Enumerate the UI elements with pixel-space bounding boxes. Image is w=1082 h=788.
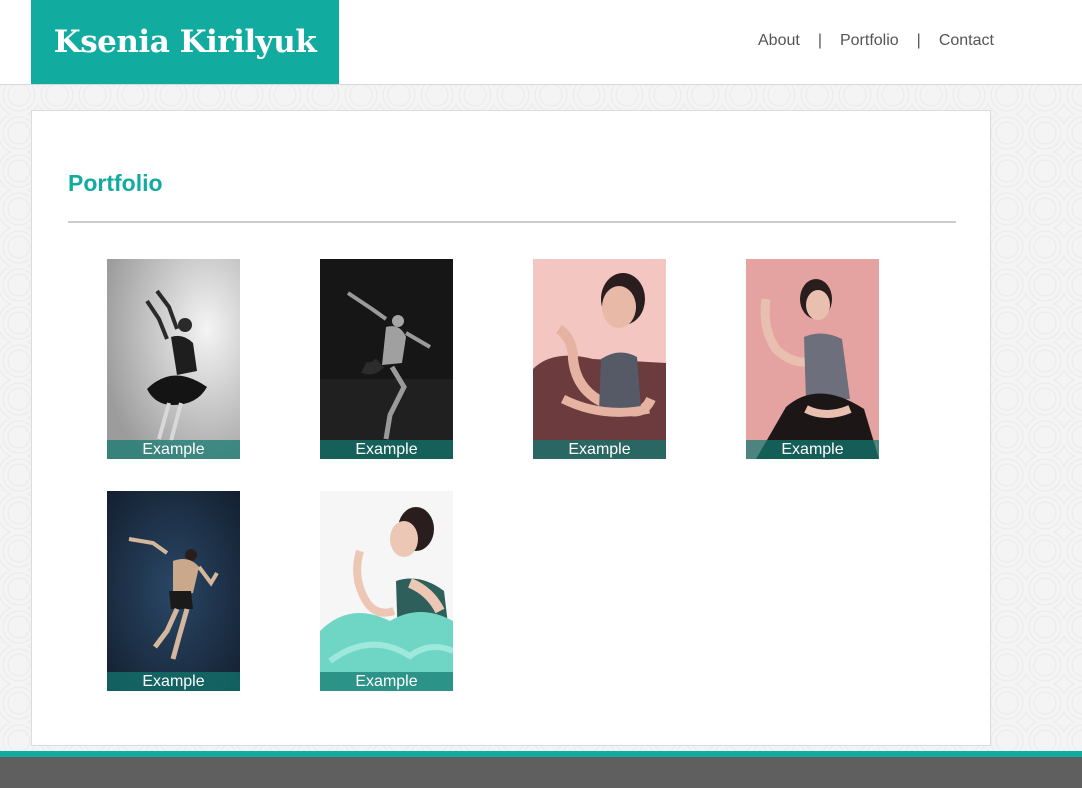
gallery-caption: Example	[107, 440, 240, 459]
gallery-item[interactable]: Example	[533, 259, 666, 459]
gallery-caption: Example	[107, 672, 240, 691]
gallery-item[interactable]: Example	[746, 259, 879, 459]
content-panel: Portfolio Example Example Example Exampl…	[31, 110, 991, 746]
ballerina-teal-tutu-photo	[320, 491, 453, 691]
nav-link-portfolio[interactable]: Portfolio	[840, 32, 899, 50]
ballerina-pink-backdrop-photo	[533, 259, 666, 459]
male-dancer-leap-bw-photo	[320, 259, 453, 459]
gallery-item[interactable]: Example	[107, 259, 240, 459]
gallery-item[interactable]: Example	[107, 491, 240, 691]
ballerina-pink-arms-raised-photo	[746, 259, 879, 459]
divider	[68, 221, 956, 223]
nav-separator: |	[916, 32, 921, 49]
site-logo[interactable]: Ksenia Kirilyuk	[31, 0, 339, 84]
gallery-item[interactable]: Example	[320, 259, 453, 459]
gallery-caption: Example	[320, 672, 453, 691]
page-title: Portfolio	[68, 170, 163, 196]
footer	[0, 757, 1082, 788]
gallery-caption: Example	[746, 440, 879, 459]
nav-separator: |	[817, 32, 822, 49]
nav-link-contact[interactable]: Contact	[939, 32, 994, 50]
male-dancer-blue-backdrop-photo	[107, 491, 240, 691]
ballerina-tutu-bw-photo	[107, 259, 240, 459]
nav-link-about[interactable]: About	[758, 32, 800, 50]
gallery-item[interactable]: Example	[320, 491, 453, 691]
top-bar: Ksenia Kirilyuk About | Portfolio | Cont…	[0, 0, 1082, 85]
gallery-caption: Example	[320, 440, 453, 459]
gallery-caption: Example	[533, 440, 666, 459]
main-nav: About | Portfolio | Contact	[758, 32, 994, 50]
